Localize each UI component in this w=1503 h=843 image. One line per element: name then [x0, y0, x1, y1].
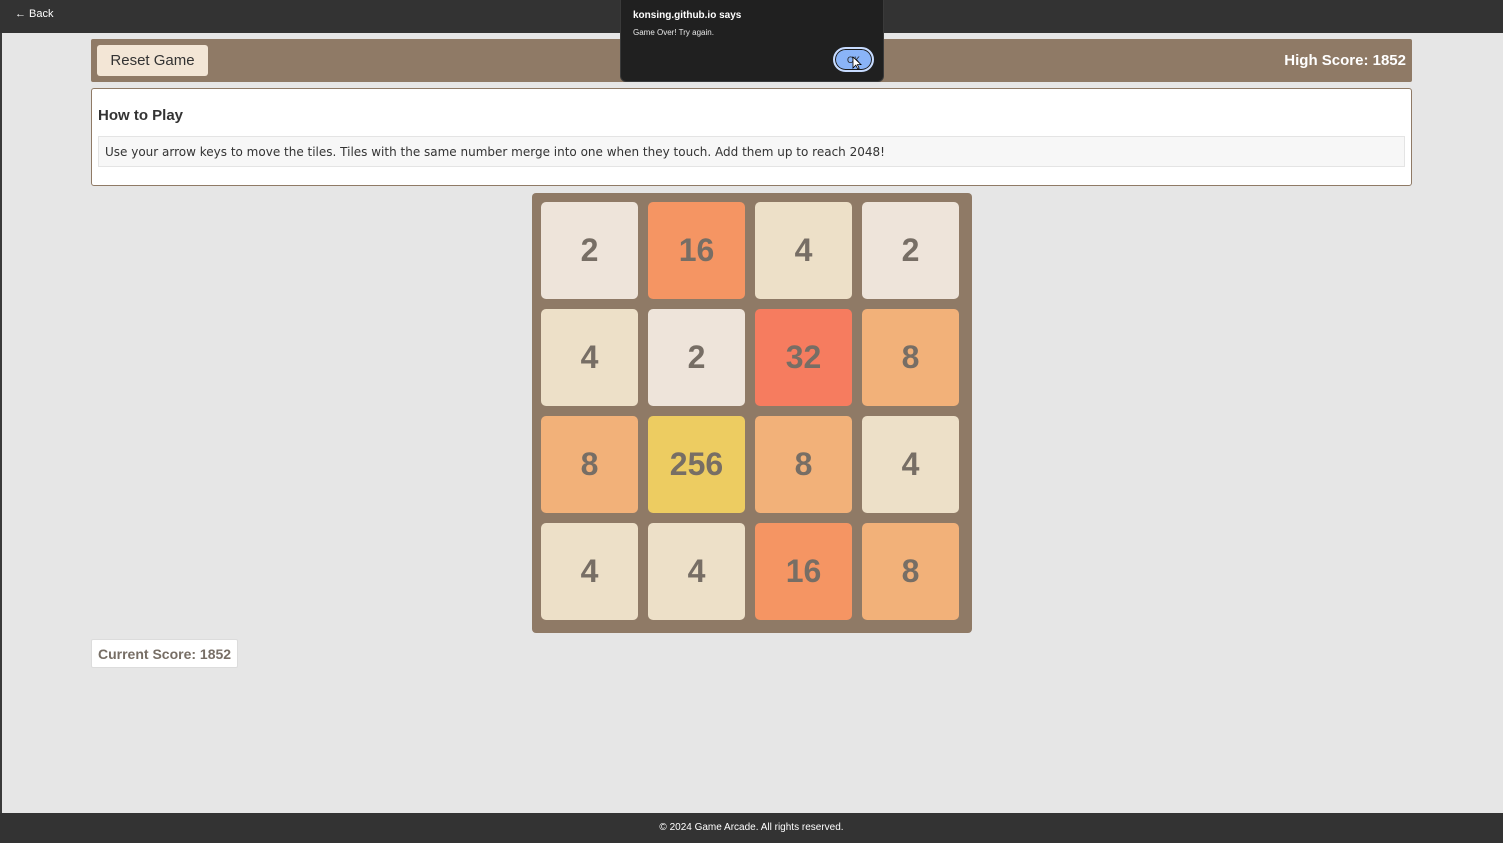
- mouse-cursor-icon: [852, 56, 862, 70]
- how-to-play-title: How to Play: [98, 107, 184, 124]
- tile: 32: [755, 309, 852, 406]
- tile: 8: [862, 309, 959, 406]
- dialog-title: konsing.github.io says: [633, 10, 742, 21]
- tile: 4: [862, 416, 959, 513]
- tile: 8: [541, 416, 638, 513]
- tile: 16: [755, 523, 852, 620]
- how-to-play-panel: How to Play Use your arrow keys to move …: [91, 88, 1412, 186]
- high-score: High Score: 1852: [1284, 52, 1406, 69]
- alert-dialog: konsing.github.io says Game Over! Try ag…: [620, 0, 884, 82]
- tile: 2: [648, 309, 745, 406]
- tile: 8: [862, 523, 959, 620]
- dialog-message: Game Over! Try again.: [633, 28, 714, 37]
- tile: 16: [648, 202, 745, 299]
- back-link[interactable]: ← Back: [15, 8, 54, 20]
- tile: 2: [541, 202, 638, 299]
- tile: 4: [541, 523, 638, 620]
- tile: 256: [648, 416, 745, 513]
- reset-game-button[interactable]: Reset Game: [97, 45, 208, 76]
- tile: 8: [755, 416, 852, 513]
- left-edge-divider: [0, 33, 2, 813]
- game-board[interactable]: 2 16 4 2 4 2 32 8 8 256 8 4 4 4 16 8: [532, 193, 972, 633]
- how-to-play-text: Use your arrow keys to move the tiles. T…: [98, 136, 1405, 167]
- tile: 4: [648, 523, 745, 620]
- footer: © 2024 Game Arcade. All rights reserved.: [0, 813, 1503, 843]
- tile: 2: [862, 202, 959, 299]
- tile: 4: [755, 202, 852, 299]
- current-score: Current Score: 1852: [91, 639, 238, 668]
- tile: 4: [541, 309, 638, 406]
